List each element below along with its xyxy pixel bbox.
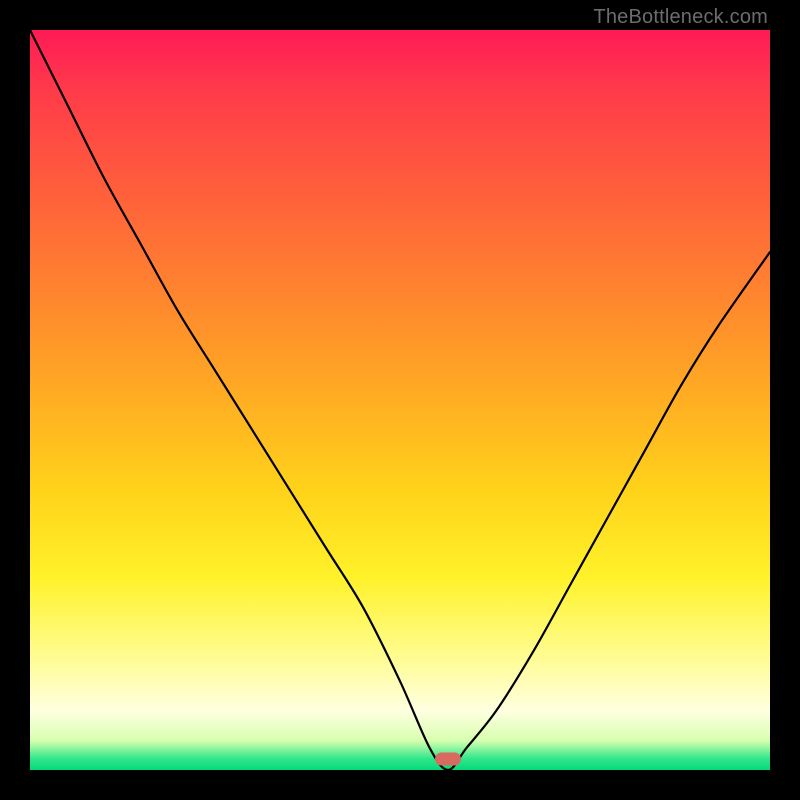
- watermark-text: TheBottleneck.com: [593, 6, 768, 29]
- optimal-marker: [435, 752, 461, 765]
- plot-area: [30, 30, 770, 770]
- chart-frame: TheBottleneck.com: [0, 0, 800, 800]
- bottleneck-curve: [30, 30, 770, 770]
